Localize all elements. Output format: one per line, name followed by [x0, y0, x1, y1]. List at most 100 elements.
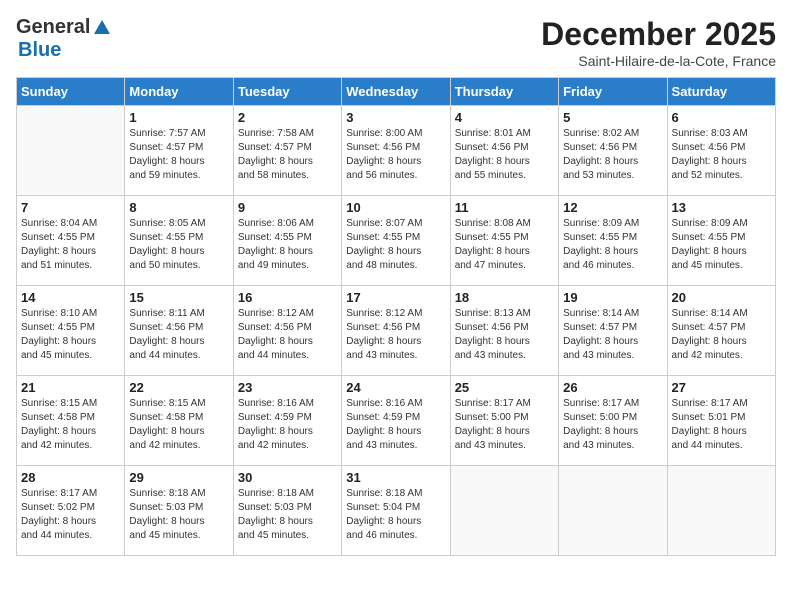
weekday-header-saturday: Saturday	[667, 78, 775, 106]
day-number: 1	[129, 110, 228, 125]
calendar-cell: 17 Sunrise: 8:12 AM Sunset: 4:56 PM Dayli…	[342, 286, 450, 376]
day-info: Sunrise: 8:15 AM Sunset: 4:58 PM Dayligh…	[129, 397, 228, 453]
day-number: 30	[238, 470, 337, 485]
calendar-cell: 15 Sunrise: 8:11 AM Sunset: 4:56 PM Dayli…	[125, 286, 233, 376]
day-number: 4	[455, 110, 554, 125]
weekday-header-wednesday: Wednesday	[342, 78, 450, 106]
day-info: Sunrise: 8:01 AM Sunset: 4:56 PM Dayligh…	[455, 127, 554, 183]
calendar-cell: 1 Sunrise: 7:57 AM Sunset: 4:57 PM Daylig…	[125, 106, 233, 196]
calendar-cell	[559, 466, 667, 556]
calendar-cell: 8 Sunrise: 8:05 AM Sunset: 4:55 PM Daylig…	[125, 196, 233, 286]
calendar-cell: 13 Sunrise: 8:09 AM Sunset: 4:55 PM Dayli…	[667, 196, 775, 286]
day-number: 14	[21, 290, 120, 305]
day-info: Sunrise: 8:16 AM Sunset: 4:59 PM Dayligh…	[238, 397, 337, 453]
weekday-header-sunday: Sunday	[17, 78, 125, 106]
day-number: 23	[238, 380, 337, 395]
calendar-cell: 18 Sunrise: 8:13 AM Sunset: 4:56 PM Dayli…	[450, 286, 558, 376]
day-info: Sunrise: 8:00 AM Sunset: 4:56 PM Dayligh…	[346, 127, 445, 183]
day-number: 16	[238, 290, 337, 305]
calendar-cell: 21Sunrise: 8:15 AM Sunset: 4:58 PM Dayli…	[17, 376, 125, 466]
day-info: Sunrise: 8:17 AM Sunset: 5:00 PM Dayligh…	[563, 397, 662, 453]
day-number: 20	[672, 290, 771, 305]
day-info: Sunrise: 8:11 AM Sunset: 4:56 PM Dayligh…	[129, 307, 228, 363]
calendar-cell	[17, 106, 125, 196]
calendar-cell: 20 Sunrise: 8:14 AM Sunset: 4:57 PM Dayli…	[667, 286, 775, 376]
day-number: 17	[346, 290, 445, 305]
day-info: Sunrise: 7:58 AM Sunset: 4:57 PM Dayligh…	[238, 127, 337, 183]
day-number: 5	[563, 110, 662, 125]
day-info: Sunrise: 8:02 AM Sunset: 4:56 PM Dayligh…	[563, 127, 662, 183]
logo-icon	[92, 18, 112, 38]
calendar-cell: 22 Sunrise: 8:15 AM Sunset: 4:58 PM Dayli…	[125, 376, 233, 466]
day-number: 24	[346, 380, 445, 395]
day-info: Sunrise: 8:12 AM Sunset: 4:56 PM Dayligh…	[238, 307, 337, 363]
day-info: Sunrise: 8:14 AM Sunset: 4:57 PM Dayligh…	[672, 307, 771, 363]
calendar-cell: 25Sunrise: 8:17 AM Sunset: 5:00 PM Dayli…	[450, 376, 558, 466]
calendar-cell: 24 Sunrise: 8:16 AM Sunset: 4:59 PM Dayli…	[342, 376, 450, 466]
week-row-4: 21Sunrise: 8:15 AM Sunset: 4:58 PM Dayli…	[17, 376, 776, 466]
calendar-cell: 30 Sunrise: 8:18 AM Sunset: 5:03 PM Dayli…	[233, 466, 341, 556]
day-number: 8	[129, 200, 228, 215]
page-header: General Blue December 2025 Saint-Hilaire…	[16, 16, 776, 69]
day-info: Sunrise: 8:05 AM Sunset: 4:55 PM Dayligh…	[129, 217, 228, 273]
day-info: Sunrise: 8:17 AM Sunset: 5:01 PM Dayligh…	[672, 397, 771, 453]
day-info: Sunrise: 8:16 AM Sunset: 4:59 PM Dayligh…	[346, 397, 445, 453]
weekday-header-friday: Friday	[559, 78, 667, 106]
calendar-cell: 31 Sunrise: 8:18 AM Sunset: 5:04 PM Dayli…	[342, 466, 450, 556]
day-number: 19	[563, 290, 662, 305]
logo: General Blue	[16, 16, 112, 62]
day-number: 6	[672, 110, 771, 125]
day-number: 28	[21, 470, 120, 485]
calendar-cell: 10 Sunrise: 8:07 AM Sunset: 4:55 PM Dayli…	[342, 196, 450, 286]
week-row-3: 14 Sunrise: 8:10 AM Sunset: 4:55 PM Dayli…	[17, 286, 776, 376]
day-number: 10	[346, 200, 445, 215]
day-info: Sunrise: 8:13 AM Sunset: 4:56 PM Dayligh…	[455, 307, 554, 363]
weekday-header-row: SundayMondayTuesdayWednesdayThursdayFrid…	[17, 78, 776, 106]
day-number: 22	[129, 380, 228, 395]
day-number: 11	[455, 200, 554, 215]
calendar-cell: 26Sunrise: 8:17 AM Sunset: 5:00 PM Dayli…	[559, 376, 667, 466]
calendar-cell: 27 Sunrise: 8:17 AM Sunset: 5:01 PM Dayli…	[667, 376, 775, 466]
title-block: December 2025 Saint-Hilaire-de-la-Cote, …	[541, 16, 776, 69]
calendar-cell: 2 Sunrise: 7:58 AM Sunset: 4:57 PM Daylig…	[233, 106, 341, 196]
day-info: Sunrise: 8:07 AM Sunset: 4:55 PM Dayligh…	[346, 217, 445, 273]
day-number: 27	[672, 380, 771, 395]
day-info: Sunrise: 7:57 AM Sunset: 4:57 PM Dayligh…	[129, 127, 228, 183]
logo-general: General	[16, 16, 90, 39]
day-number: 15	[129, 290, 228, 305]
calendar-table: SundayMondayTuesdayWednesdayThursdayFrid…	[16, 77, 776, 556]
location-title: Saint-Hilaire-de-la-Cote, France	[541, 53, 776, 69]
weekday-header-thursday: Thursday	[450, 78, 558, 106]
week-row-1: 1 Sunrise: 7:57 AM Sunset: 4:57 PM Daylig…	[17, 106, 776, 196]
calendar-cell: 19Sunrise: 8:14 AM Sunset: 4:57 PM Dayli…	[559, 286, 667, 376]
day-info: Sunrise: 8:15 AM Sunset: 4:58 PM Dayligh…	[21, 397, 120, 453]
day-number: 31	[346, 470, 445, 485]
day-info: Sunrise: 8:18 AM Sunset: 5:03 PM Dayligh…	[238, 487, 337, 543]
day-info: Sunrise: 8:09 AM Sunset: 4:55 PM Dayligh…	[672, 217, 771, 273]
day-info: Sunrise: 8:12 AM Sunset: 4:56 PM Dayligh…	[346, 307, 445, 363]
day-info: Sunrise: 8:18 AM Sunset: 5:04 PM Dayligh…	[346, 487, 445, 543]
calendar-cell: 9Sunrise: 8:06 AM Sunset: 4:55 PM Daylig…	[233, 196, 341, 286]
day-info: Sunrise: 8:04 AM Sunset: 4:55 PM Dayligh…	[21, 217, 120, 273]
calendar-cell: 16 Sunrise: 8:12 AM Sunset: 4:56 PM Dayli…	[233, 286, 341, 376]
logo-blue: Blue	[18, 39, 61, 61]
day-info: Sunrise: 8:10 AM Sunset: 4:55 PM Dayligh…	[21, 307, 120, 363]
calendar-cell: 23 Sunrise: 8:16 AM Sunset: 4:59 PM Dayli…	[233, 376, 341, 466]
calendar-cell: 4 Sunrise: 8:01 AM Sunset: 4:56 PM Daylig…	[450, 106, 558, 196]
week-row-2: 7Sunrise: 8:04 AM Sunset: 4:55 PM Daylig…	[17, 196, 776, 286]
day-info: Sunrise: 8:03 AM Sunset: 4:56 PM Dayligh…	[672, 127, 771, 183]
day-number: 13	[672, 200, 771, 215]
calendar-cell: 28Sunrise: 8:17 AM Sunset: 5:02 PM Dayli…	[17, 466, 125, 556]
calendar-cell	[450, 466, 558, 556]
day-number: 29	[129, 470, 228, 485]
calendar-cell: 7Sunrise: 8:04 AM Sunset: 4:55 PM Daylig…	[17, 196, 125, 286]
day-info: Sunrise: 8:06 AM Sunset: 4:55 PM Dayligh…	[238, 217, 337, 273]
day-number: 18	[455, 290, 554, 305]
month-title: December 2025	[541, 16, 776, 53]
calendar-cell: 11 Sunrise: 8:08 AM Sunset: 4:55 PM Dayli…	[450, 196, 558, 286]
day-info: Sunrise: 8:08 AM Sunset: 4:55 PM Dayligh…	[455, 217, 554, 273]
day-number: 2	[238, 110, 337, 125]
day-info: Sunrise: 8:09 AM Sunset: 4:55 PM Dayligh…	[563, 217, 662, 273]
calendar-cell: 29Sunrise: 8:18 AM Sunset: 5:03 PM Dayli…	[125, 466, 233, 556]
day-number: 12	[563, 200, 662, 215]
